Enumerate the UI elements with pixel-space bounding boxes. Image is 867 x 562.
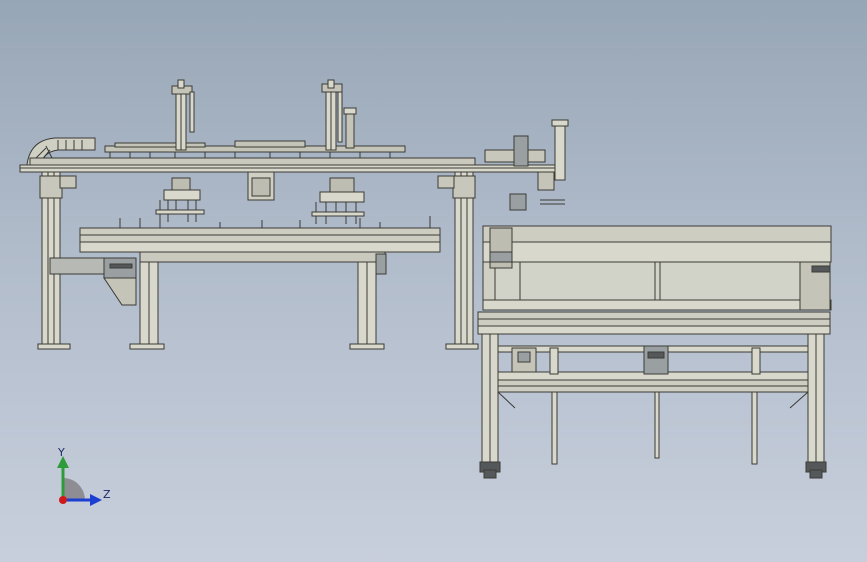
gripper-right — [311, 177, 365, 224]
assembly-drawing: Y Z — [19, 79, 832, 506]
gripper-left — [155, 177, 205, 222]
mast-left — [171, 79, 195, 151]
y-axis-label: Y — [57, 446, 65, 459]
x-axis-dot — [59, 496, 67, 504]
z-axis-label: Z — [103, 488, 111, 501]
right-conveyor-assembly[interactable] — [477, 225, 832, 479]
cad-viewport[interactable]: Y Z — [0, 0, 867, 562]
frame-leg-left — [479, 333, 501, 479]
drive-unit — [643, 345, 669, 375]
motor-unit — [49, 257, 137, 306]
mast-right — [321, 79, 357, 151]
belt-rail — [477, 311, 831, 335]
post-right — [437, 171, 479, 350]
top-beam — [19, 140, 566, 173]
conveyor-leg-right — [349, 253, 387, 350]
frame-leg-right — [805, 333, 827, 479]
upper-box-frame — [482, 225, 832, 311]
coordinate-triad: Y Z — [57, 446, 111, 506]
triad-plane-icon — [63, 478, 85, 500]
